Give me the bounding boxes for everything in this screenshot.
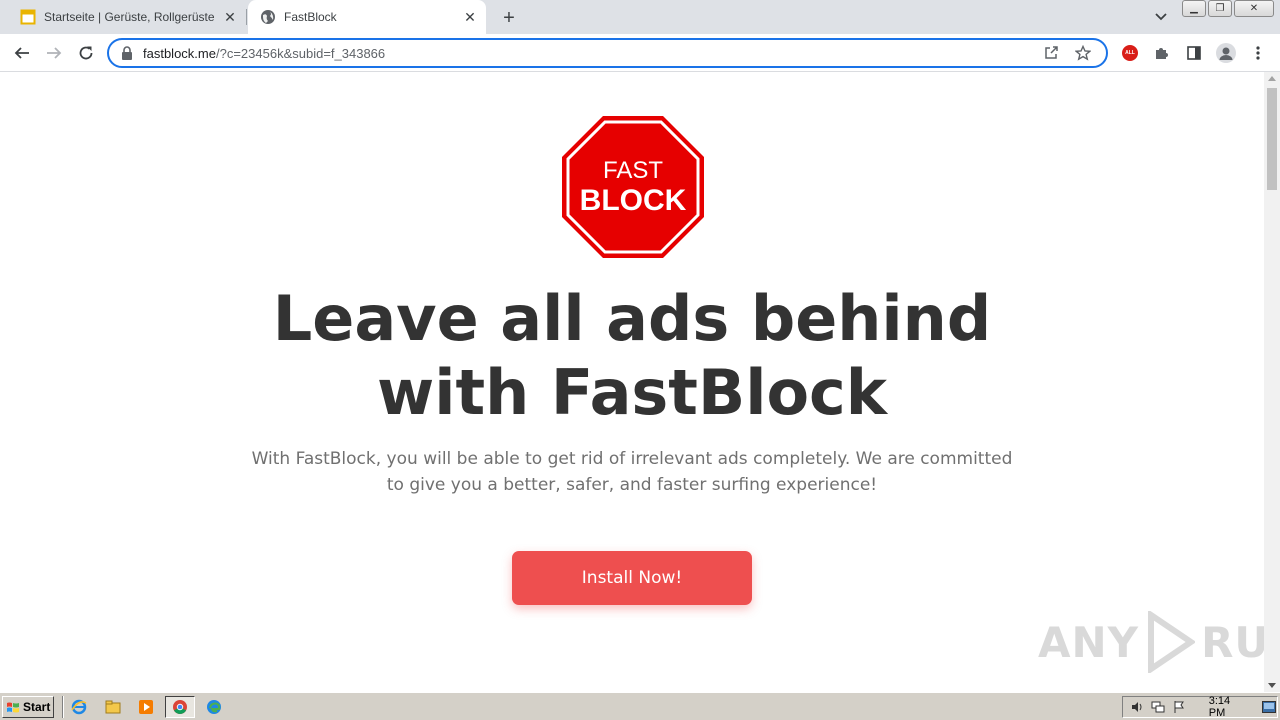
bookmark-star-icon[interactable] (1074, 44, 1092, 62)
watermark-text-left: ANY (1038, 617, 1140, 667)
chrome-icon (173, 700, 187, 714)
fastblock-logo-octagon: FAST BLOCK (562, 116, 704, 258)
logo-text-line1: FAST (603, 157, 663, 184)
tab-strip: Startseite | Gerüste, Rollgerüste, Fa ✕ … (0, 0, 1280, 34)
start-label: Start (23, 700, 51, 714)
globe-icon (261, 10, 275, 24)
url-host: fastblock.me (143, 45, 216, 61)
windows-flag-icon (7, 702, 19, 713)
share-icon[interactable] (1042, 44, 1060, 62)
adblock-extension-icon[interactable]: ALL (1120, 43, 1140, 63)
lock-icon[interactable] (121, 46, 133, 60)
arrow-right-icon (47, 47, 62, 59)
watermark-text-right: RUN (1201, 617, 1264, 667)
url-path: /?c=23456k&subid=f_343866 (215, 45, 386, 61)
tab-close-icon[interactable]: ✕ (462, 9, 478, 25)
chrome-taskbar-button[interactable] (165, 696, 195, 718)
scrollbar-thumb[interactable] (1267, 88, 1277, 190)
logo-text-line2: BLOCK (580, 184, 687, 217)
arrow-left-icon (14, 47, 29, 59)
new-tab-button[interactable]: + (498, 7, 520, 29)
tab-title: Startseite | Gerüste, Rollgerüste, Fa (44, 10, 214, 24)
url-text[interactable]: fastblock.me/?c=23456k&subid=f_343866 (143, 46, 1042, 61)
tab-search-chevron-icon[interactable] (1151, 9, 1171, 25)
side-panel-icon[interactable] (1184, 43, 1204, 63)
minimize-button[interactable]: ▁ (1182, 0, 1206, 17)
tab-close-icon[interactable]: ✕ (222, 9, 238, 25)
tab-fastblock[interactable]: FastBlock ✕ (248, 0, 486, 34)
page-headline: Leave all ads behind with FastBlock (0, 282, 1264, 430)
windows-taskbar: Start 3:14 PM (0, 692, 1280, 720)
show-desktop-icon[interactable] (1262, 699, 1277, 715)
page-favicon-icon (20, 9, 36, 25)
install-now-button[interactable]: Install Now! (512, 551, 752, 605)
scroll-up-arrow-icon[interactable] (1268, 76, 1276, 81)
file-explorer-icon[interactable] (104, 698, 122, 716)
scroll-down-arrow-icon[interactable] (1268, 683, 1276, 688)
internet-explorer-icon[interactable] (70, 698, 88, 716)
play-triangle-icon (1148, 611, 1196, 673)
tab-title: FastBlock (284, 10, 337, 24)
taskbar-clock[interactable]: 3:14 PM (1209, 695, 1248, 719)
page-viewport: FAST BLOCK Leave all ads behind with Fas… (0, 72, 1264, 692)
tab-startseite[interactable]: Startseite | Gerüste, Rollgerüste, Fa ✕ (8, 0, 246, 34)
address-bar[interactable]: fastblock.me/?c=23456k&subid=f_343866 (107, 38, 1108, 68)
reload-button[interactable] (74, 41, 98, 65)
extensions-puzzle-icon[interactable] (1152, 43, 1172, 63)
taskbar-divider (62, 696, 64, 718)
page-subtext: With FastBlock, you will be able to get … (250, 446, 1014, 498)
subtext-line2: to give you a better, safer, and faster … (386, 475, 878, 495)
window-controls: ▁ ❐ ✕ (1182, 0, 1276, 17)
back-button[interactable] (10, 41, 34, 65)
forward-button[interactable] (42, 41, 66, 65)
action-center-flag-icon[interactable] (1172, 699, 1187, 715)
headline-line1: Leave all ads behind (272, 282, 992, 355)
reload-icon (79, 46, 93, 60)
subtext-line1: With FastBlock, you will be able to get … (251, 449, 1013, 469)
page-scrollbar[interactable] (1264, 72, 1280, 692)
profile-avatar-icon[interactable] (1216, 43, 1236, 63)
edge-icon[interactable] (205, 698, 223, 716)
browser-menu-icon[interactable] (1248, 43, 1268, 63)
tab-separator (246, 9, 247, 25)
window-close-button[interactable]: ✕ (1234, 0, 1274, 17)
browser-toolbar: fastblock.me/?c=23456k&subid=f_343866 AL… (0, 34, 1280, 72)
start-button[interactable]: Start (2, 696, 54, 718)
anyrun-watermark: ANY RUN (1038, 610, 1264, 674)
volume-icon[interactable] (1129, 699, 1144, 715)
system-tray: 3:14 PM (1122, 695, 1278, 719)
media-player-icon[interactable] (137, 698, 155, 716)
headline-line2: with FastBlock (376, 356, 888, 429)
avatar (1216, 43, 1236, 63)
restore-button[interactable]: ❐ (1208, 0, 1232, 17)
network-icon[interactable] (1150, 699, 1165, 715)
extension-badge: ALL (1122, 45, 1138, 61)
